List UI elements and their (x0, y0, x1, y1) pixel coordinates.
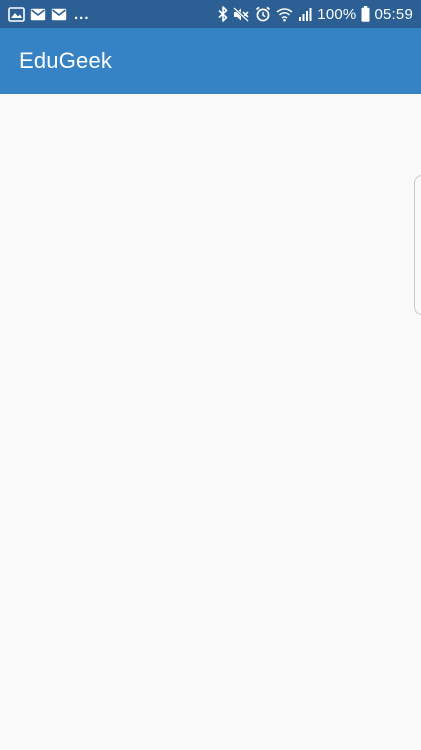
gallery-mail-icon (8, 6, 25, 22)
battery-icon (361, 6, 370, 22)
wifi-icon (276, 7, 293, 22)
system-status-area: 100% 05:59 (213, 6, 413, 23)
status-bar: ... 100% 05:59 (0, 0, 421, 28)
signal-icon (298, 7, 313, 21)
main-content (0, 94, 421, 750)
mail-icon (30, 8, 46, 21)
app-title: EduGeek (19, 48, 113, 73)
bluetooth-icon (218, 6, 228, 22)
mute-icon (233, 6, 250, 22)
alarm-icon (255, 6, 271, 22)
notification-area: ... (8, 6, 90, 23)
mail-icon (51, 8, 67, 21)
clock: 05:59 (374, 5, 413, 23)
more-notifications-indicator: ... (74, 5, 90, 23)
app-bar: EduGeek (0, 28, 421, 94)
edge-panel-handle[interactable] (414, 175, 421, 315)
battery-percent: 100% (317, 5, 357, 23)
